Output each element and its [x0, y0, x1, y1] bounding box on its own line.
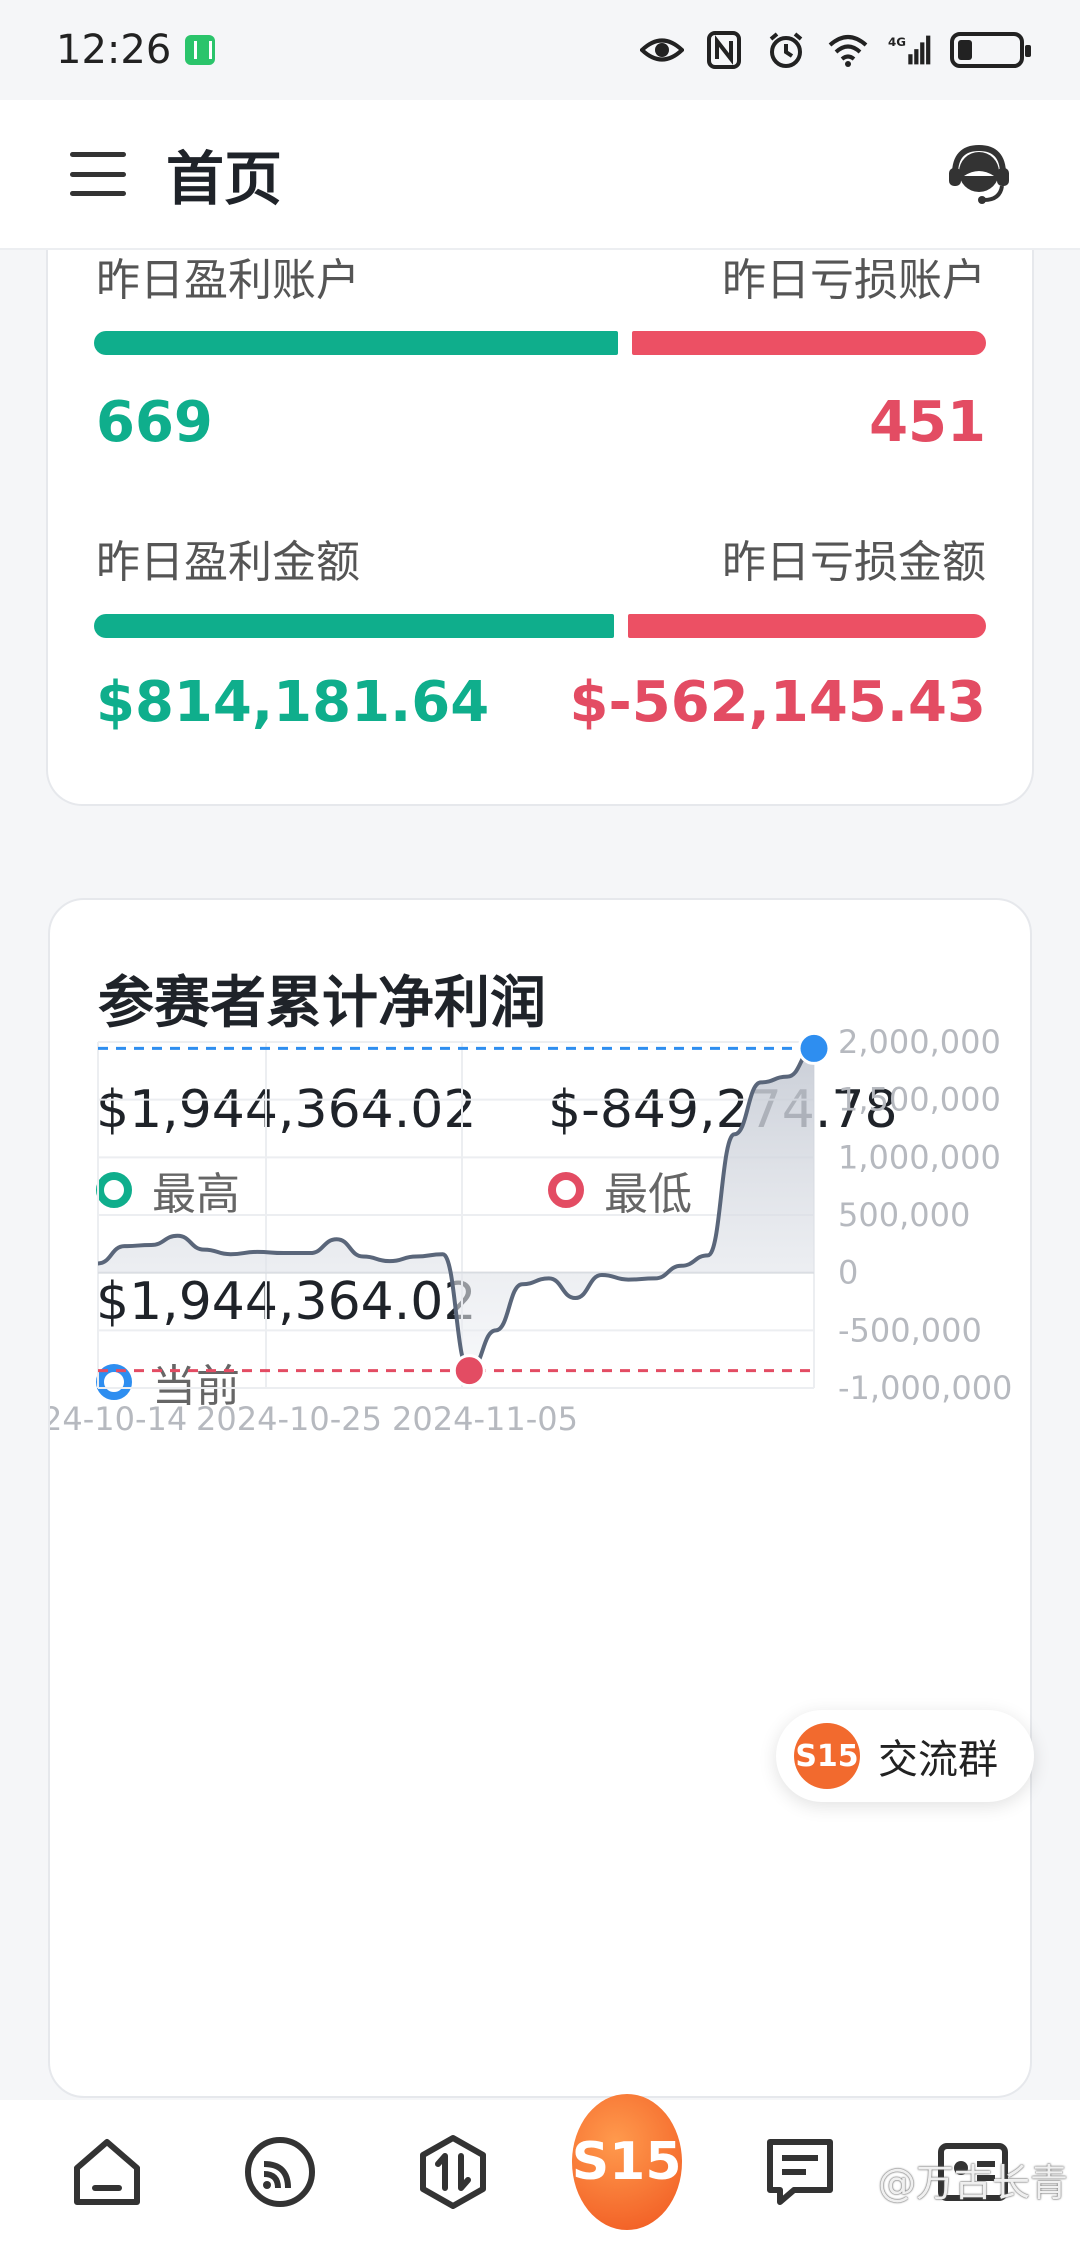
accounts-values: 669 451 — [96, 390, 986, 455]
loss-amount-value: $-562,145.43 — [569, 670, 986, 735]
chat-group-label: 交流群 — [878, 1737, 998, 1783]
y-tick-label: 1,000,000 — [838, 1138, 1001, 1176]
y-tick-label: 500,000 — [838, 1196, 970, 1234]
profit-amount-label: 昨日盈利金额 — [96, 537, 360, 588]
amount-labels: 昨日盈利金额 昨日亏损金额 — [96, 526, 986, 590]
eye-icon — [640, 30, 684, 70]
amount-values: $814,181.64 $-562,145.43 — [96, 670, 986, 735]
profit-amount-bar — [94, 614, 614, 638]
app-header: 首页 — [0, 100, 1080, 250]
alarm-icon — [764, 30, 808, 70]
clock-text: 12:26 — [56, 27, 172, 73]
accounts-labels: 昨日盈利账户 昨日亏损账户 — [96, 244, 986, 308]
status-time: 12:26 — [56, 27, 216, 73]
nav-feed-icon[interactable] — [235, 2127, 325, 2217]
y-tick-label: -500,000 — [838, 1311, 982, 1349]
profit-accounts-label: 昨日盈利账户 — [96, 255, 360, 306]
watermark: @万古长青 — [877, 2161, 1068, 2205]
loss-amount-label: 昨日亏损金额 — [722, 537, 986, 588]
profit-amount-value: $814,181.64 — [96, 670, 490, 735]
loss-accounts-label: 昨日亏损账户 — [722, 255, 986, 306]
cumulative-profit-chart: 2,000,000 1,500,000 1,000,000 500,000 0 -500,… — [50, 1023, 1012, 1438]
y-tick-label: 2,000,000 — [838, 1023, 1001, 1061]
y-tick-label: 1,500,000 — [838, 1081, 1001, 1119]
daily-summary-card: 昨日盈利账户 昨日亏损账户 669 451 昨日盈利金额 昨日亏损金额 $814… — [46, 180, 1034, 806]
wifi-icon — [826, 30, 870, 70]
nav-s15-button[interactable]: S15 — [571, 2094, 682, 2230]
y-tick-label: 0 — [838, 1254, 858, 1292]
signal-icon: 4G — [888, 30, 932, 70]
s15-logo-icon: S15 — [571, 2094, 682, 2230]
x-tick-label: 24-10-14 — [50, 1400, 187, 1438]
loss-amount-bar — [627, 614, 986, 638]
profit-accounts-bar — [94, 331, 619, 355]
status-icons: 4G — [640, 30, 1031, 70]
status-bar: 12:26 4G — [0, 0, 1080, 100]
y-tick-label: -1,000,000 — [838, 1369, 1012, 1407]
nav-messages-icon[interactable] — [755, 2127, 845, 2217]
current-point-marker — [797, 1031, 831, 1065]
customer-service-icon[interactable] — [944, 140, 1014, 210]
menu-icon[interactable] — [70, 152, 126, 196]
loss-accounts-count: 451 — [869, 390, 986, 455]
chat-group-button[interactable]: S15 交流群 — [776, 1710, 1034, 1802]
amount-ratio-bar — [94, 614, 986, 638]
battery-icon — [950, 32, 1031, 68]
nfc-icon — [702, 30, 746, 70]
low-point-marker — [452, 1354, 486, 1388]
s15-badge-icon: S15 — [794, 1723, 860, 1789]
loss-accounts-bar — [632, 331, 986, 355]
accounts-ratio-bar — [94, 331, 986, 355]
hourglass-icon — [185, 35, 216, 65]
page-title: 首页 — [166, 145, 283, 213]
cumulative-profit-card: 参赛者累计净利润 $1,944,364.02 最高 $-849,274.78 最… — [48, 898, 1032, 2098]
nav-trade-icon[interactable] — [408, 2127, 498, 2217]
profit-accounts-count: 669 — [96, 390, 213, 455]
network-label: 4G — [888, 35, 906, 49]
series-line — [97, 1046, 815, 1373]
x-tick-label: 2024-10-25 — [196, 1400, 382, 1438]
x-tick-label: 2024-11-05 — [392, 1400, 578, 1438]
nav-home-icon[interactable] — [62, 2127, 152, 2217]
